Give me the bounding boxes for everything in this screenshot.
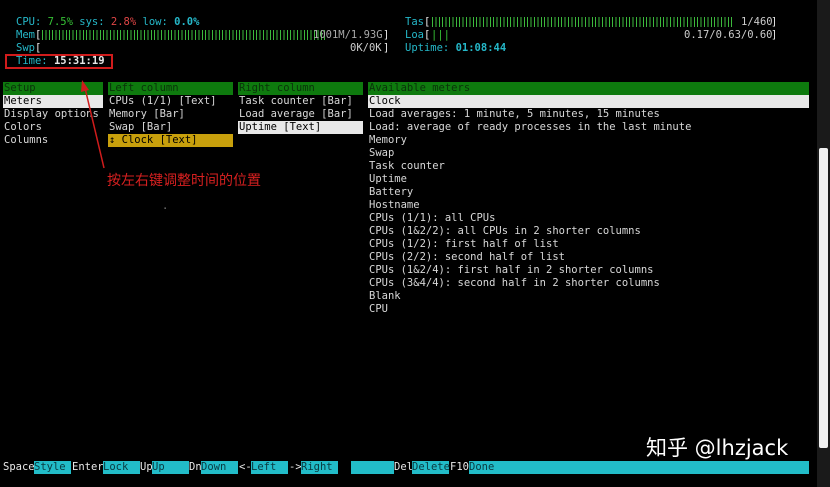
fkey-space: Space	[3, 461, 35, 473]
fkey-dn: Dn	[189, 461, 202, 473]
watermark: 知乎 @lhzjack	[646, 436, 789, 460]
fkey-enter: Enter	[72, 461, 104, 473]
up-button[interactable]: Up	[152, 461, 189, 474]
right-button[interactable]: Right	[301, 461, 338, 474]
scrollbar[interactable]	[817, 0, 830, 487]
style-button[interactable]: Style	[34, 461, 71, 474]
fkey-left: <-	[239, 461, 252, 473]
lock-button[interactable]: Lock	[103, 461, 140, 474]
done-button[interactable]: Done	[469, 461, 809, 474]
delete-button[interactable]: Delete	[412, 461, 450, 474]
down-button[interactable]: Down	[201, 461, 238, 474]
fkey-up: Up	[140, 461, 153, 473]
fkey-right: ->	[289, 461, 302, 473]
fkey-del: Del	[394, 461, 413, 473]
function-key-bar: Space Style Enter Lock Up Up Dn Down <- …	[3, 461, 809, 474]
annotation-text: 按左右键调整时间的位置	[107, 173, 261, 189]
annotation-arrow	[81, 80, 105, 169]
scrollbar-thumb[interactable]	[819, 148, 828, 448]
blank-button[interactable]	[351, 461, 394, 474]
left-button[interactable]: Left	[251, 461, 288, 474]
fkey-f10: F10	[450, 461, 469, 473]
stray-dot: .	[162, 200, 169, 212]
